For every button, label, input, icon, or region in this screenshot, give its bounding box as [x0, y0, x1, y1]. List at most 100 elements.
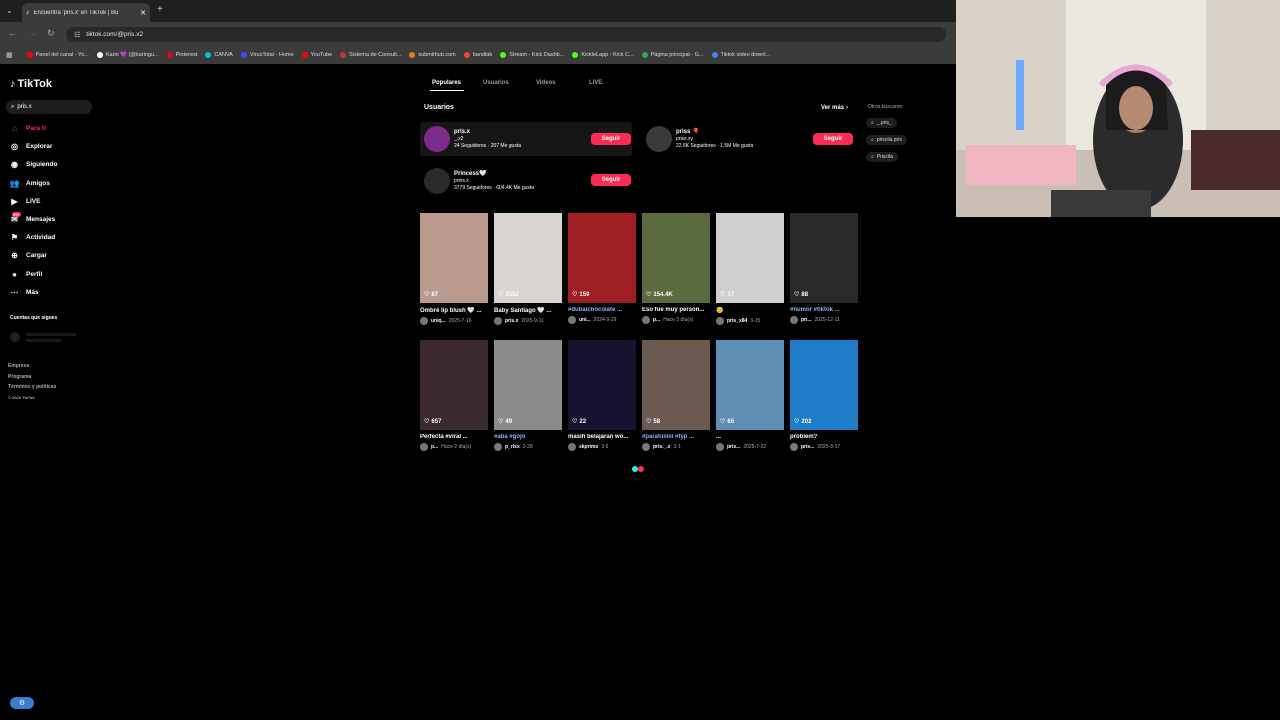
bookmark-item[interactable]: Página principal - G... [641, 52, 704, 58]
author-avatar[interactable] [568, 316, 576, 324]
author-avatar[interactable] [568, 443, 576, 451]
video-card[interactable]: ♡ 66... pris... 2025-7-22 [716, 340, 786, 451]
video-title[interactable]: ... [716, 434, 784, 440]
video-thumbnail[interactable] [642, 213, 710, 303]
video-card[interactable]: ♡ 159 #dubaichocolate ... uni... 2024-9-29 [568, 213, 638, 324]
video-card[interactable]: ♡ 87 Ombré lip blush 🤍 ... uniq... 2025-7-16 [420, 213, 490, 325]
tab-videos[interactable]: Videos [536, 80, 556, 86]
video-title[interactable]: #dubaichocolate ... [568, 307, 636, 313]
tab-usuarios[interactable]: Usuarios [483, 80, 509, 86]
nav-mas[interactable]: ⋯ Más [10, 288, 39, 297]
bookmark-item[interactable]: submithub.com [409, 52, 456, 58]
author-avatar[interactable] [420, 317, 428, 325]
tab-populares[interactable]: Populares [432, 80, 461, 86]
video-author[interactable]: skprimx [579, 444, 598, 450]
see-more-link[interactable]: Ver más › [821, 105, 848, 111]
app-toggle-icon[interactable]: ⚙ [10, 697, 34, 709]
address-bar[interactable]: ☷ tiktok.com/@pris.x2 [66, 27, 946, 42]
author-avatar[interactable] [790, 443, 798, 451]
user-card-3[interactable]: Princess🤍 prins.x 3779 Seguidores · 604.… [424, 168, 534, 194]
video-thumbnail[interactable] [642, 340, 710, 430]
video-title[interactable]: 😊 [716, 307, 784, 314]
site-info-icon[interactable]: ☷ [74, 31, 80, 39]
video-title[interactable]: masih belajaran wo... [568, 434, 636, 440]
video-card[interactable]: ♡ 17 😊 pris_x84 3-15 [716, 213, 786, 325]
video-card[interactable]: ♡ 88 #humor #tiktok ... pri... 2025-12-11 [790, 213, 860, 324]
bookmark-item[interactable]: CANVA [205, 52, 233, 58]
footer-link[interactable]: Programa [8, 374, 31, 380]
search-input[interactable]: ⌕ pris.x [6, 100, 92, 114]
follow-button[interactable]: Seguir [813, 133, 853, 145]
video-card[interactable]: ♡ 58 #paratiiiiiiii #fyp ... pris._.x 3-1 [642, 340, 712, 451]
video-author[interactable]: p_risx [505, 444, 520, 450]
nav-para-ti[interactable]: ⌂ Para ti [10, 124, 46, 133]
browser-tab[interactable]: ♪ Encuentra 'pris.x' en TikTok | Bu ✕ [22, 3, 150, 22]
bookmark-item[interactable]: Panel del canal - Yo... [26, 52, 89, 58]
author-avatar[interactable] [494, 443, 502, 451]
video-author[interactable]: pri... [801, 317, 812, 323]
back-icon[interactable]: ← [8, 28, 17, 38]
footer-link[interactable]: Términos y políticas [8, 384, 56, 390]
video-thumbnail[interactable] [494, 213, 562, 303]
author-avatar[interactable] [642, 316, 650, 324]
video-title[interactable]: Ombré lip blush 🤍 ... [420, 307, 488, 314]
suggestion-chip[interactable]: ⌕ Priscila [866, 152, 898, 162]
nav-perfil[interactable]: ● Perfil [10, 270, 42, 279]
video-card[interactable]: ♡ 49 #aba #gojo p_risx 2-28 [494, 340, 564, 451]
video-card[interactable]: ♡ 202 problem? pris... 2025-3-17 [790, 340, 860, 451]
video-thumbnail[interactable] [420, 340, 488, 430]
video-title[interactable]: Eso fue muy person... [642, 307, 710, 313]
nav-explorar[interactable]: ◎ Explorar [10, 142, 52, 151]
video-author[interactable]: pris._.x [653, 444, 671, 450]
video-thumbnail[interactable] [790, 213, 858, 303]
author-avatar[interactable] [494, 317, 502, 325]
video-thumbnail[interactable] [420, 213, 488, 303]
nav-siguiendo[interactable]: ◉ Siguiendo [10, 160, 57, 169]
suggestion-chip[interactable]: ⌕ priscila pris [866, 135, 907, 145]
follow-button[interactable]: Seguir [591, 174, 631, 186]
new-tab-button[interactable]: + [157, 4, 163, 15]
follow-button[interactable]: Seguir [591, 133, 631, 145]
video-author[interactable]: pris... [727, 444, 740, 450]
bookmark-item[interactable]: Sistema de Consult... [340, 52, 401, 58]
video-author[interactable]: p... [431, 444, 438, 450]
bookmark-item[interactable]: Stream - Kick Dashb... [500, 52, 564, 58]
apps-icon[interactable]: ▦ [6, 51, 13, 59]
video-thumbnail[interactable] [568, 213, 636, 303]
forward-icon[interactable]: → [28, 28, 37, 38]
video-thumbnail[interactable] [568, 340, 636, 430]
nav-actividad[interactable]: ⚑ Actividad [10, 233, 55, 242]
bookmark-item[interactable]: YouTube [301, 52, 332, 58]
video-author[interactable]: uni... [579, 317, 591, 323]
bookmark-item[interactable]: Pinterest [166, 52, 197, 58]
bookmark-item[interactable]: Karin 💜 (@karingu... [96, 52, 159, 58]
author-avatar[interactable] [790, 316, 798, 324]
author-avatar[interactable] [642, 443, 650, 451]
video-thumbnail[interactable] [494, 340, 562, 430]
video-title[interactable]: Perfecta #viral ... [420, 434, 488, 440]
video-card[interactable]: ♡ 22 masih belajaran wo... skprimx 3-5 [568, 340, 638, 451]
video-author[interactable]: pris.x [505, 318, 518, 324]
user-card-2[interactable]: priss 🎈 priss.xy 22.6K Seguidores · 1.5M… [646, 126, 753, 152]
video-card[interactable]: ♡ 2552 Baby Santiago 🤍 ... pris.x 2025-9-11 [494, 213, 564, 325]
reload-icon[interactable]: ↻ [47, 28, 55, 39]
bookmark-item[interactable]: Tiktok video downl... [711, 52, 770, 58]
video-thumbnail[interactable] [716, 340, 784, 430]
video-title[interactable]: Baby Santiago 🤍 ... [494, 307, 562, 314]
video-author[interactable]: p... [653, 317, 660, 323]
video-card[interactable]: ♡ 154.4K Eso fue muy person... p... Hace 3 d… [642, 213, 712, 324]
footer-link[interactable]: Empresa [8, 363, 29, 369]
video-author[interactable]: pris... [801, 444, 814, 450]
video-title[interactable]: #humor #tiktok ... [790, 307, 858, 313]
author-avatar[interactable] [716, 443, 724, 451]
video-thumbnail[interactable] [790, 340, 858, 430]
video-title[interactable]: #aba #gojo [494, 434, 562, 440]
author-avatar[interactable] [716, 317, 724, 325]
nav-live[interactable]: ▶ LIVE [10, 197, 40, 206]
nav-amigos[interactable]: 👥 Amigos [10, 179, 50, 188]
tab-live[interactable]: LIVE [589, 80, 602, 86]
close-tab-icon[interactable]: ✕ [140, 9, 146, 17]
video-title[interactable]: problem? [790, 434, 858, 440]
video-author[interactable]: uniq... [431, 318, 446, 324]
nav-cargar[interactable]: ⊕ Cargar [10, 251, 47, 260]
